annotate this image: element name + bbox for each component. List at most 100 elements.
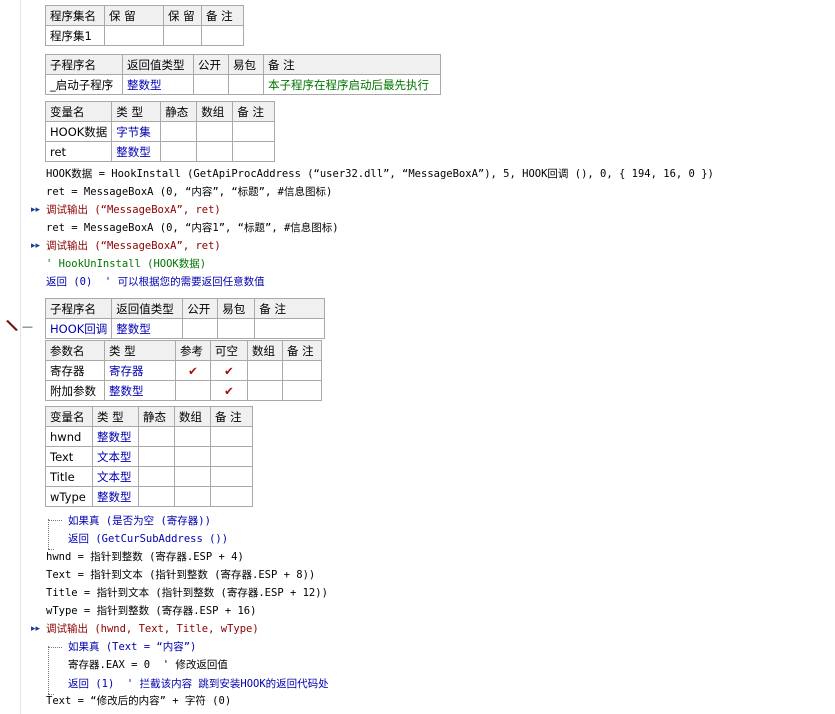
code-line-debug-output-3[interactable]: 调试输出 (hwnd, Text, Title, wType) xyxy=(46,620,259,638)
var-static-cell[interactable] xyxy=(138,446,175,467)
param-header-array: 数组 xyxy=(247,340,283,361)
var-type-cell[interactable]: 字节集 xyxy=(111,121,162,142)
var-static-cell[interactable] xyxy=(138,466,175,487)
parameter-table: 参数名 类 型 参考 可空 数组 备 注 寄存器 寄存器 ✔ ✔ 附加参数 整数… xyxy=(45,340,322,401)
block-guide-line xyxy=(48,520,62,521)
sub-remark-cell[interactable] xyxy=(254,318,326,339)
code-line-text[interactable]: Text = 指针到文本 (指针到整数 (寄存器.ESP + 8)) xyxy=(46,566,315,584)
var-remark-cell[interactable] xyxy=(210,426,253,447)
sub-name-cell[interactable]: HOOK回调 xyxy=(44,318,113,339)
var-name-cell[interactable]: HOOK数据 xyxy=(44,121,113,142)
var-name-cell[interactable]: wType xyxy=(45,486,93,507)
param-header-remark: 备 注 xyxy=(282,340,322,361)
var-header-remark: 备 注 xyxy=(232,101,276,122)
sub-public-cell[interactable] xyxy=(193,74,229,95)
assembly-cell[interactable] xyxy=(104,25,164,46)
sub-return-type-cell[interactable]: 整数型 xyxy=(122,74,194,95)
breakpoint-arrow-icon[interactable]: ▸▸ xyxy=(31,624,40,634)
var-remark-cell[interactable] xyxy=(232,141,276,162)
sub-header-name: 子程序名 xyxy=(45,54,123,75)
editor-gutter xyxy=(0,0,21,714)
sub-header-return-type: 返回值类型 xyxy=(122,54,194,75)
block-guide-line xyxy=(48,647,62,648)
var-header-static: 静态 xyxy=(160,101,198,122)
variable-table-hook-callback: 变量名 类 型 静态 数组 备 注 hwnd 整数型 Text 文本型 Titl… xyxy=(45,406,253,507)
var-static-cell[interactable] xyxy=(138,486,175,507)
var-array-cell[interactable] xyxy=(174,486,211,507)
sub-public-cell[interactable] xyxy=(182,318,219,339)
param-name-cell[interactable]: 附加参数 xyxy=(45,380,105,401)
param-array-cell[interactable] xyxy=(247,380,283,401)
var-type-cell[interactable]: 整数型 xyxy=(111,141,162,162)
var-type-cell[interactable]: 文本型 xyxy=(92,446,139,467)
var-array-cell[interactable] xyxy=(196,121,234,142)
var-header-type: 类 型 xyxy=(92,406,139,427)
param-remark-cell[interactable] xyxy=(282,360,322,381)
param-reference-checkmark-icon[interactable]: ✔ xyxy=(175,360,211,381)
param-remark-cell[interactable] xyxy=(282,380,322,401)
code-line-hook-install[interactable]: HOOK数据 = HookInstall (GetApiProcAddress … xyxy=(46,165,714,183)
var-header-name: 变量名 xyxy=(44,101,113,122)
var-array-cell[interactable] xyxy=(174,426,211,447)
var-remark-cell[interactable] xyxy=(210,466,253,487)
code-line-return-cur-sub[interactable]: 返回 (GetCurSubAddress ()) xyxy=(68,530,228,548)
param-optional-checkmark-icon[interactable]: ✔ xyxy=(210,380,248,401)
code-line-return-1[interactable]: 返回 (1) ' 拦截该内容 跳到安装HOOK的返回代码处 xyxy=(68,675,329,693)
code-line-messagebox-2[interactable]: ret = MessageBoxA (0, “内容1”, “标题”, #信息图标… xyxy=(46,219,339,237)
param-type-cell[interactable]: 寄存器 xyxy=(104,360,176,381)
var-static-cell[interactable] xyxy=(138,426,175,447)
breakpoint-arrow-icon[interactable]: ▸▸ xyxy=(31,241,40,251)
param-type-cell[interactable]: 整数型 xyxy=(104,380,176,401)
var-array-cell[interactable] xyxy=(174,466,211,487)
sub-header-package: 易包 xyxy=(228,54,264,75)
subroutine-table-hook-callback: 子程序名 返回值类型 公开 易包 备 注 HOOK回调 整数型 xyxy=(44,298,326,339)
assembly-cell[interactable] xyxy=(163,25,202,46)
code-line-debug-output-2[interactable]: 调试输出 (“MessageBoxA”, ret) xyxy=(46,237,221,255)
code-line-set-eax[interactable]: 寄存器.EAX = 0 ' 修改返回值 xyxy=(68,656,228,674)
assembly-header-name: 程序集名 xyxy=(45,5,105,26)
var-static-cell[interactable] xyxy=(160,141,198,162)
param-name-cell[interactable]: 寄存器 xyxy=(45,360,105,381)
var-name-cell[interactable]: Text xyxy=(45,446,93,467)
code-line-title[interactable]: Title = 指针到文本 (指针到整数 (寄存器.ESP + 12)) xyxy=(46,584,328,602)
param-optional-checkmark-icon[interactable]: ✔ xyxy=(210,360,248,381)
var-array-cell[interactable] xyxy=(174,446,211,467)
code-line-modify-text[interactable]: Text = “修改后的内容” + 字符 (0) xyxy=(46,692,231,710)
sub-header-name: 子程序名 xyxy=(44,298,113,319)
sub-package-cell[interactable] xyxy=(217,318,256,339)
var-name-cell[interactable]: ret xyxy=(44,141,113,162)
block-guide-line xyxy=(48,519,49,549)
code-line-messagebox-1[interactable]: ret = MessageBoxA (0, “内容”, “标题”, #信息图标) xyxy=(46,183,332,201)
var-name-cell[interactable]: hwnd xyxy=(45,426,93,447)
var-remark-cell[interactable] xyxy=(210,446,253,467)
var-static-cell[interactable] xyxy=(160,121,198,142)
var-type-cell[interactable]: 整数型 xyxy=(92,486,139,507)
sub-remark-cell[interactable]: 本子程序在程序启动后最先执行 xyxy=(263,74,441,95)
assembly-cell[interactable] xyxy=(201,25,244,46)
sub-return-type-cell[interactable]: 整数型 xyxy=(111,318,184,339)
code-line-debug-output-1[interactable]: 调试输出 (“MessageBoxA”, ret) xyxy=(46,201,221,219)
sub-package-cell[interactable] xyxy=(228,74,264,95)
code-line-unhook-comment[interactable]: ' HookUnInstall (HOOK数据) xyxy=(46,255,206,273)
code-line-if-null-register[interactable]: 如果真 (是否为空 (寄存器)) xyxy=(68,512,211,530)
var-header-array: 数组 xyxy=(196,101,234,122)
assembly-table: 程序集名 保 留 保 留 备 注 程序集1 xyxy=(45,5,244,46)
code-line-hwnd[interactable]: hwnd = 指针到整数 (寄存器.ESP + 4) xyxy=(46,548,244,566)
code-line-if-text-equals[interactable]: 如果真 (Text = “内容”) xyxy=(68,638,196,656)
assembly-header-reserved1: 保 留 xyxy=(104,5,164,26)
breakpoint-arrow-icon[interactable]: ▸▸ xyxy=(31,205,40,215)
code-line-wtype[interactable]: wType = 指针到整数 (寄存器.ESP + 16) xyxy=(46,602,256,620)
sub-header-public: 公开 xyxy=(193,54,229,75)
sub-name-cell[interactable]: _启动子程序 xyxy=(45,74,123,95)
assembly-name-cell[interactable]: 程序集1 xyxy=(45,25,105,46)
var-array-cell[interactable] xyxy=(196,141,234,162)
var-remark-cell[interactable] xyxy=(210,486,253,507)
param-array-cell[interactable] xyxy=(247,360,283,381)
var-type-cell[interactable]: 整数型 xyxy=(92,426,139,447)
collapse-marker-icon[interactable]: — xyxy=(22,320,33,333)
var-type-cell[interactable]: 文本型 xyxy=(92,466,139,487)
param-reference-cell[interactable] xyxy=(175,380,211,401)
code-line-return-0[interactable]: 返回 (0) ' 可以根据您的需要返回任意数值 xyxy=(46,273,265,291)
var-remark-cell[interactable] xyxy=(232,121,276,142)
var-name-cell[interactable]: Title xyxy=(45,466,93,487)
